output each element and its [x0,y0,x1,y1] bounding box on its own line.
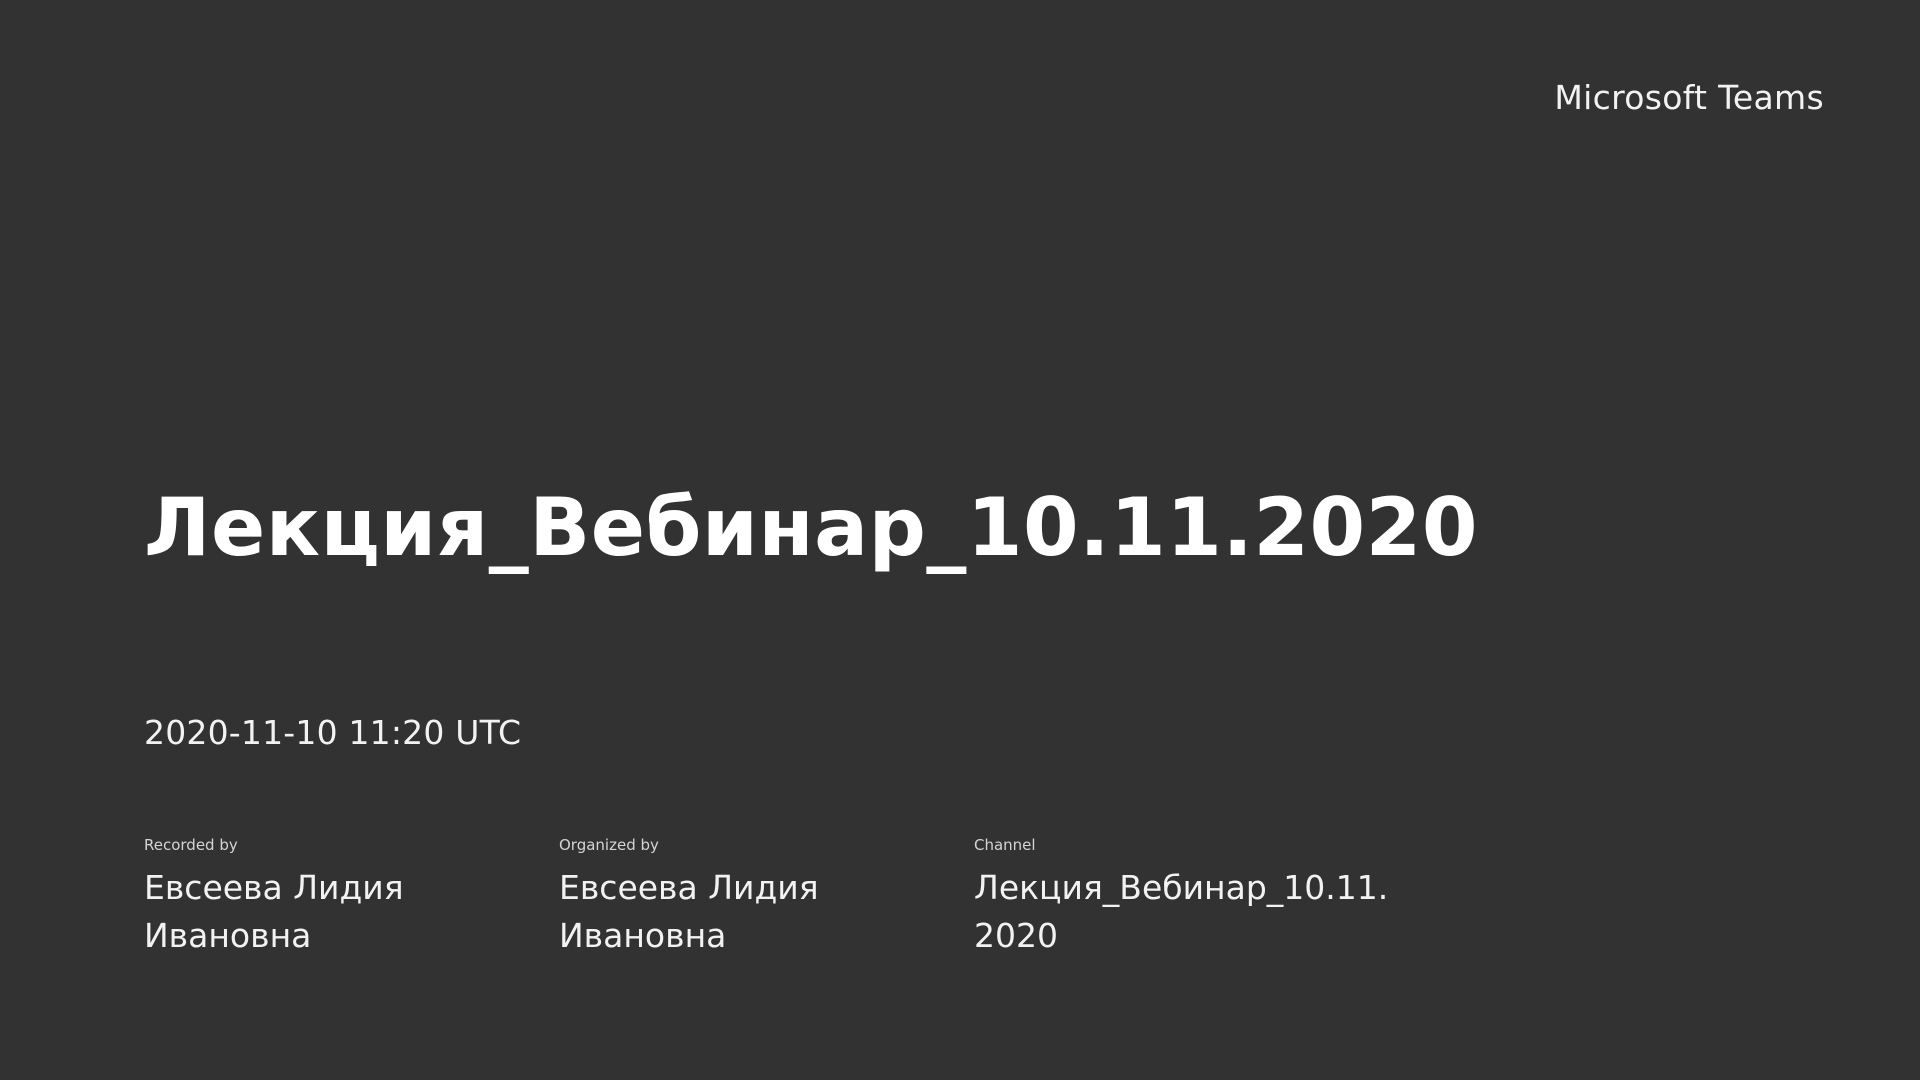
recording-datetime: 2020-11-10 11:20 UTC [144,713,522,752]
recorded-by-label: Recorded by [144,836,238,854]
recorded-by-section: Recorded by Евсеева Лидия Ивановна [144,836,524,960]
channel-value: Лекция_Вебинар_10.11. 2020 [974,868,1389,955]
channel-section: Channel Лекция_Вебинар_10.11. 2020 [974,836,1394,960]
recording-title-card: Microsoft Teams Лекция_Вебинар_10.11.202… [0,0,1920,1080]
organized-by-label: Organized by [559,836,659,854]
brand-label: Microsoft Teams [1554,78,1824,117]
organized-by-value: Евсеева Лидия Ивановна [559,868,819,955]
organized-by-section: Organized by Евсеева Лидия Ивановна [559,836,939,960]
recording-title: Лекция_Вебинар_10.11.2020 [144,481,1478,574]
recorded-by-value: Евсеева Лидия Ивановна [144,868,404,955]
channel-label: Channel [974,836,1036,854]
